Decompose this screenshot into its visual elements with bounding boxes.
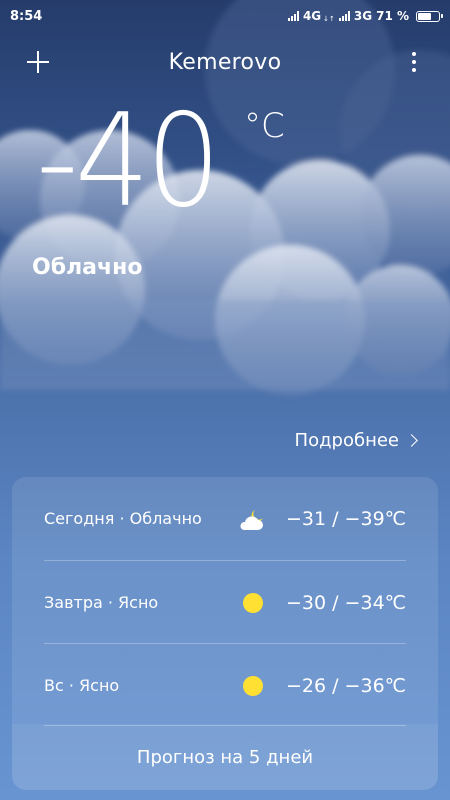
- city-name: Kemerovo: [168, 50, 282, 75]
- battery-icon: [416, 10, 443, 22]
- chevron-right-icon: [405, 434, 418, 447]
- current-condition: Облачно: [32, 255, 143, 280]
- status-time: 8:54: [10, 8, 43, 24]
- more-vertical-icon: [412, 52, 416, 56]
- signal-icon: [287, 11, 299, 21]
- temperature-unit: °C: [244, 106, 285, 146]
- forecast-row-sunday[interactable]: Вс · Ясно −26 / −36℃: [12, 644, 438, 727]
- battery-level: [418, 12, 431, 20]
- forecast-day-label: Вс · Ясно: [44, 676, 120, 695]
- forecast-day-label: Сегодня · Облачно: [44, 509, 202, 528]
- network-type-2: 3G: [353, 9, 373, 23]
- battery-percent: 71 %: [376, 9, 409, 23]
- more-options-button[interactable]: [396, 44, 432, 80]
- forecast-row-tomorrow[interactable]: Завтра · Ясно −30 / −34℃: [12, 561, 438, 644]
- current-temperature-block: -40 °C: [36, 87, 285, 236]
- partly-cloudy-night-icon: [238, 504, 268, 534]
- forecast-temps: −26 / −36℃: [285, 674, 406, 697]
- network-type-1: 4G: [302, 9, 322, 23]
- weather-screen: 8:54 4G ↓↑ 3G 71 % Kemerovo -40 °C Облач…: [0, 0, 450, 800]
- forecast-temps: −31 / −39℃: [285, 507, 406, 530]
- data-arrows-icon: ↓↑: [323, 14, 335, 23]
- forecast-card: Сегодня · Облачно −31 / −39℃ Завтра · Яс…: [12, 477, 438, 790]
- five-day-forecast-label: Прогноз на 5 дней: [136, 746, 314, 768]
- signal-icon-2: [338, 11, 350, 21]
- status-bar: 8:54 4G ↓↑ 3G 71 %: [0, 0, 450, 32]
- forecast-day-label: Завтра · Ясно: [44, 593, 159, 612]
- current-temperature: -40: [36, 87, 221, 236]
- details-link-label: Подробнее: [294, 430, 399, 451]
- top-bar: Kemerovo: [0, 40, 450, 84]
- status-indicators: 4G ↓↑ 3G 71 %: [287, 9, 443, 23]
- forecast-row-today[interactable]: Сегодня · Облачно −31 / −39℃: [12, 477, 438, 560]
- five-day-forecast-button[interactable]: Прогноз на 5 дней: [12, 724, 438, 790]
- sun-icon: [238, 671, 268, 701]
- forecast-temps: −30 / −34℃: [285, 591, 406, 614]
- sun-icon: [238, 588, 268, 618]
- details-link[interactable]: Подробнее: [294, 430, 418, 451]
